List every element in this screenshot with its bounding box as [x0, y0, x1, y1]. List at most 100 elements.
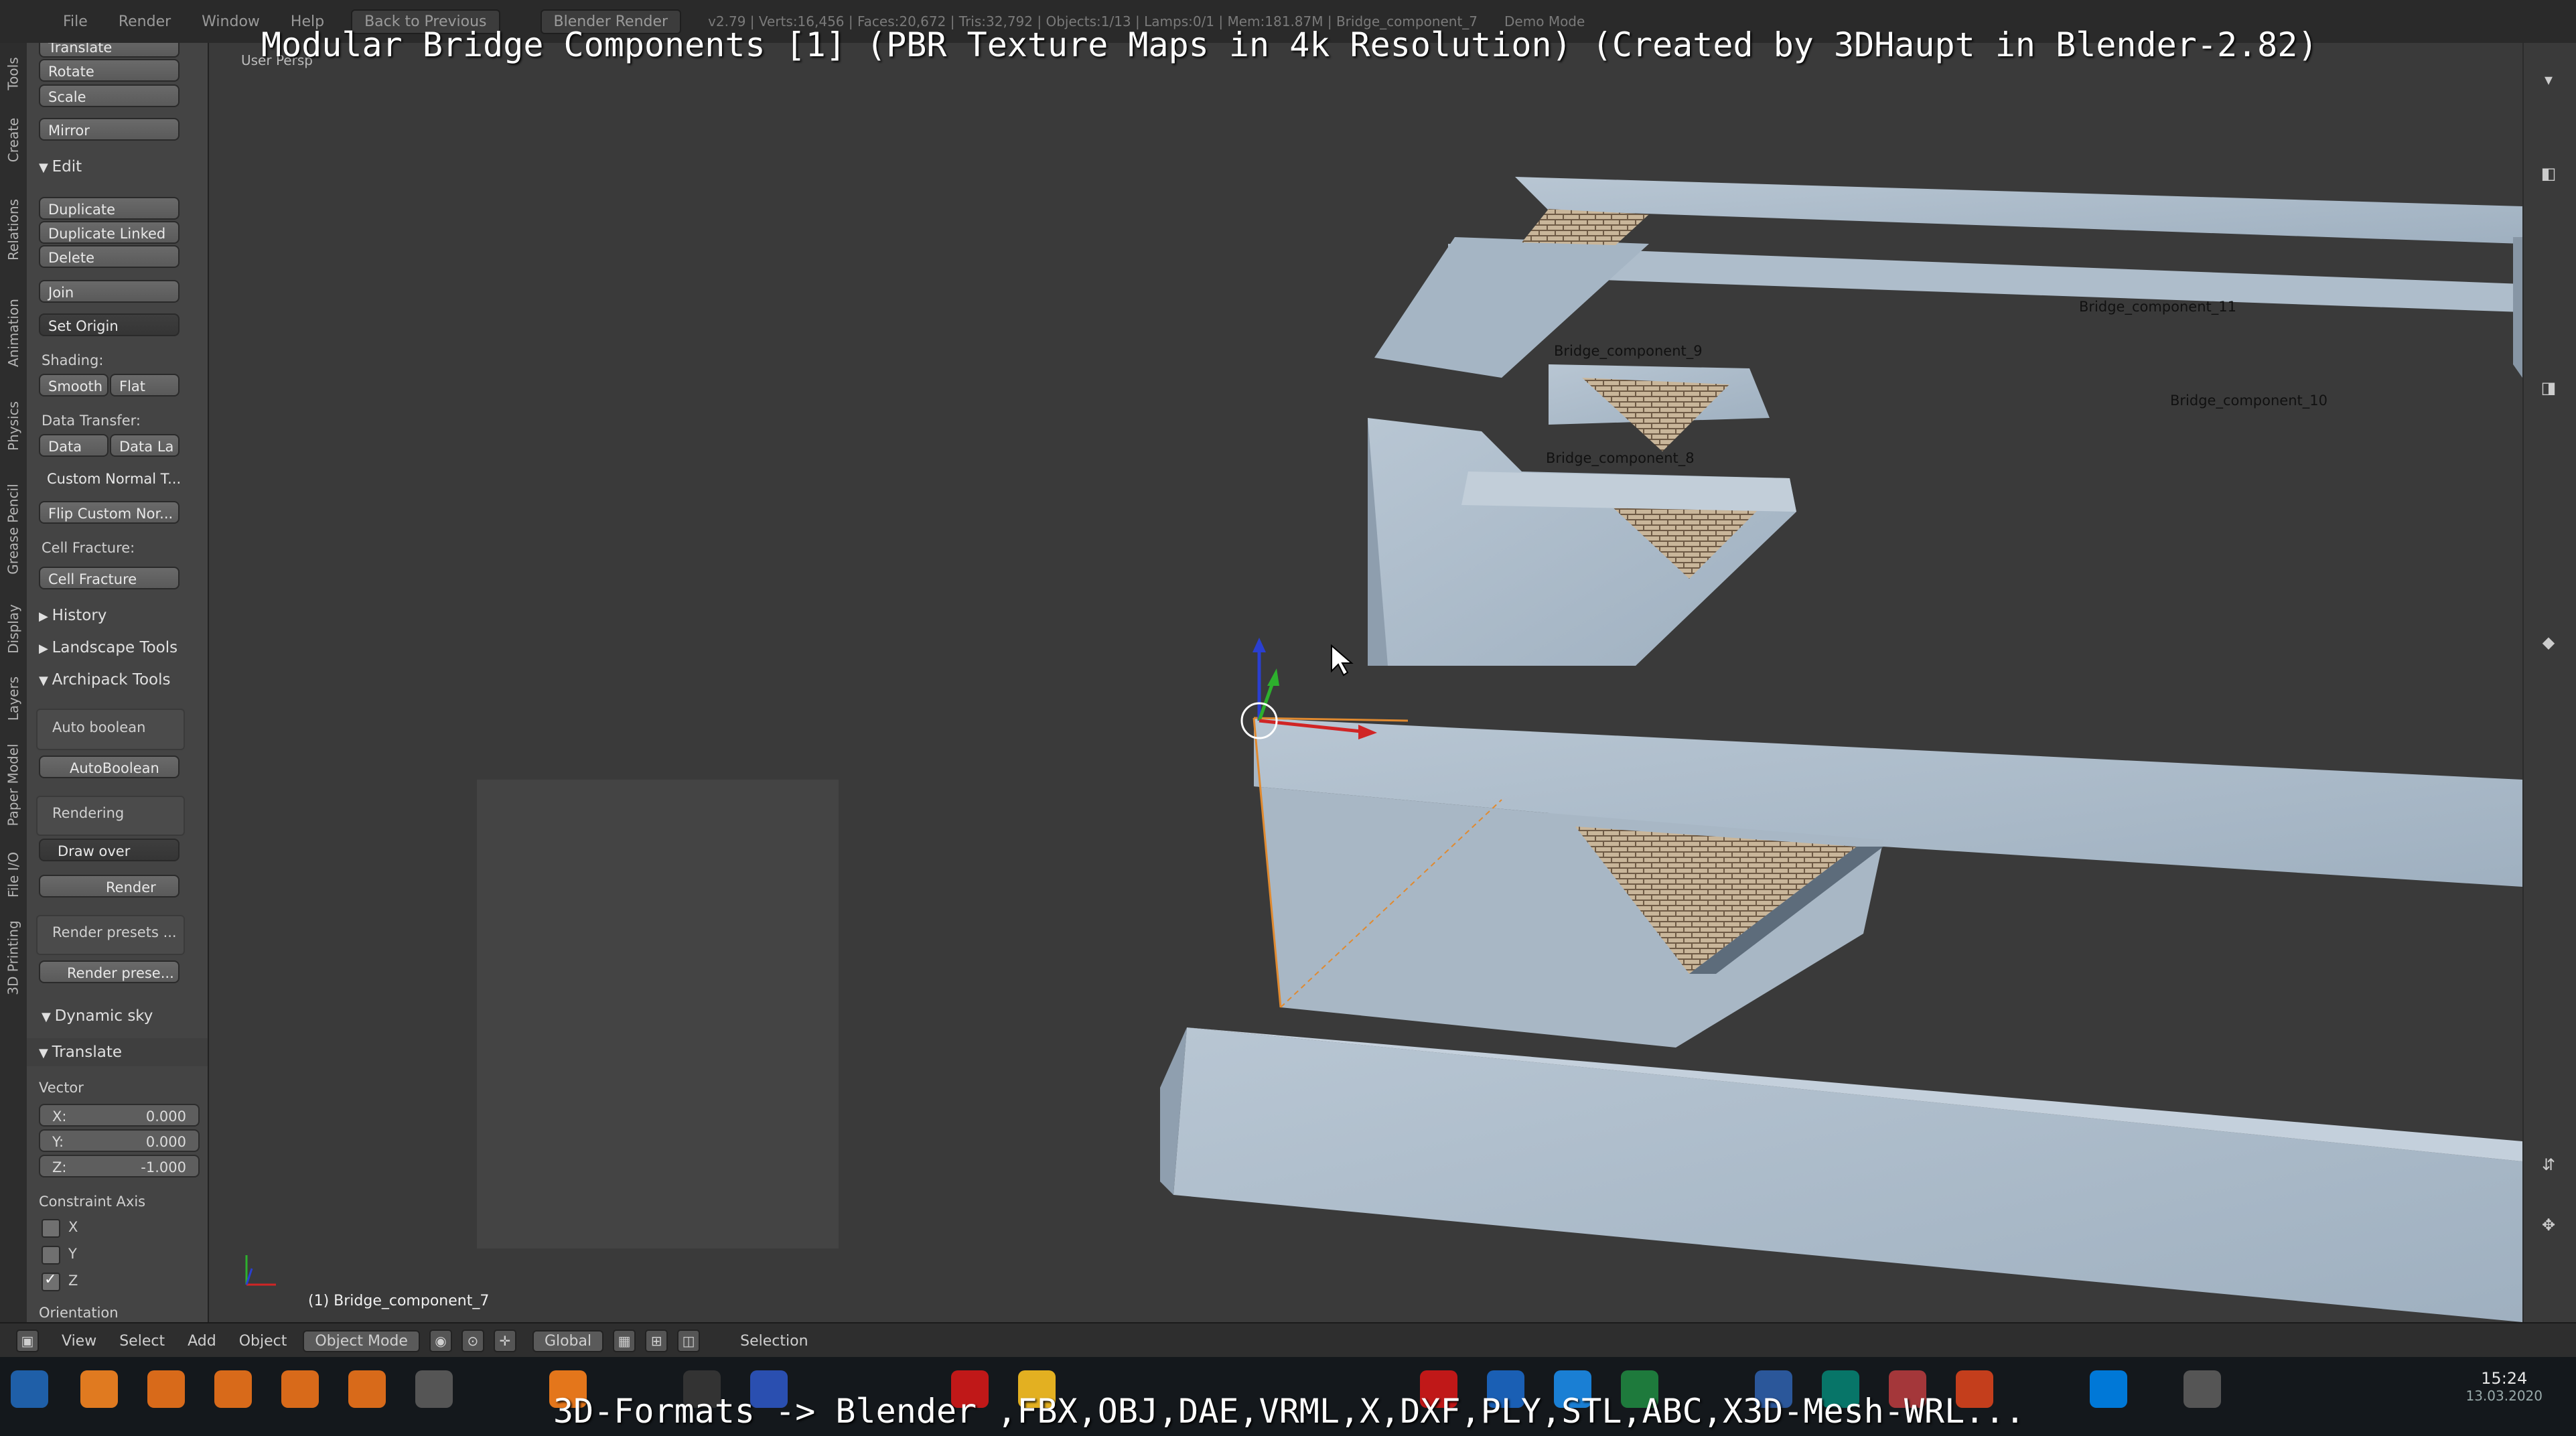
smooth-button[interactable]: Smooth — [39, 374, 109, 397]
landscape-tools-header[interactable]: Landscape Tools — [39, 639, 178, 656]
tab-physics[interactable]: Physics — [0, 386, 27, 466]
mouse-cursor-icon — [1331, 644, 1354, 676]
constraint-x-checkbox[interactable] — [42, 1219, 60, 1238]
bridge-component-11 — [1374, 177, 2522, 378]
window-menu[interactable]: Window — [202, 13, 260, 30]
tab-relations[interactable]: Relations — [0, 180, 27, 280]
render-menu[interactable]: Render — [119, 13, 171, 30]
render-presets-button[interactable]: Render prese... — [39, 960, 180, 983]
constraint-y-checkbox[interactable] — [42, 1246, 60, 1265]
auto-boolean-label: Auto boolean — [52, 719, 146, 735]
set-origin-select[interactable]: Set Origin — [39, 313, 180, 336]
tab-file-io[interactable]: File I/O — [0, 841, 27, 908]
vector-label: Vector — [39, 1080, 84, 1096]
navigate-icon[interactable]: ⇵ — [2538, 1155, 2559, 1175]
layers-icon[interactable]: ▦ — [613, 1330, 636, 1352]
scale-button[interactable]: Scale — [39, 84, 180, 107]
constraint-axis-label: Constraint Axis — [39, 1194, 146, 1210]
select-menu[interactable]: Select — [119, 1333, 165, 1350]
render-button[interactable]: Render — [39, 875, 180, 898]
tab-tools[interactable]: Tools — [0, 47, 27, 100]
tab-3d-printing[interactable]: 3D Printing — [0, 911, 27, 1005]
render-preview-icon[interactable]: ◫ — [677, 1330, 701, 1352]
mode-select[interactable]: Object Mode — [303, 1330, 420, 1352]
duplicate-linked-button[interactable]: Duplicate Linked — [39, 221, 180, 244]
translate-operator-header[interactable]: Translate — [27, 1038, 208, 1066]
data-layout-button[interactable]: Data La — [110, 434, 180, 457]
3d-viewport[interactable]: User Persp Bridge_component_11 Bridge_co… — [209, 43, 2522, 1322]
status-text: Selection — [740, 1332, 808, 1350]
dynamic-sky-header[interactable]: Dynamic sky — [42, 1007, 153, 1025]
constraint-z-label: Z — [68, 1273, 78, 1289]
constraint-x-label: X — [68, 1219, 78, 1235]
data-transfer-label: Data Transfer: — [42, 413, 141, 429]
edit-panel-header[interactable]: Edit — [39, 158, 82, 175]
video-subtitle-overlay: 3D-Formats -> Blender ,FBX,OBJ,DAE,VRML,… — [553, 1392, 2025, 1431]
blender-window-icon[interactable] — [147, 1370, 185, 1408]
archipack-tools-header[interactable]: Archipack Tools — [39, 671, 171, 689]
autoboolean-button[interactable]: AutoBoolean — [39, 756, 180, 778]
rotate-button[interactable]: Rotate — [39, 59, 180, 82]
cell-fracture-button[interactable]: Cell Fracture — [39, 567, 180, 589]
windows-start-icon[interactable] — [11, 1370, 48, 1408]
zoom-icon[interactable]: ✥ — [2538, 1215, 2559, 1235]
shading-icon[interactable]: ◉ — [429, 1330, 452, 1352]
blender-window-icon[interactable] — [214, 1370, 252, 1408]
flat-button[interactable]: Flat — [110, 374, 180, 397]
add-menu[interactable]: Add — [188, 1333, 216, 1350]
label-bridge-component-9: Bridge_component_9 — [1554, 343, 1703, 359]
join-button[interactable]: Join — [39, 280, 180, 303]
duplicate-button[interactable]: Duplicate — [39, 197, 180, 220]
system-clock[interactable]: 15:24 13.03.2020 — [2465, 1369, 2543, 1404]
bridge-component-9 — [1549, 364, 1770, 451]
cell-fracture-label: Cell Fracture: — [42, 540, 135, 556]
vector-y-field[interactable]: Y: 0.000 — [39, 1129, 200, 1152]
constraint-z-checkbox[interactable] — [42, 1271, 60, 1291]
flip-custom-normals-button[interactable]: Flip Custom Nor... — [39, 501, 180, 524]
skype-icon[interactable] — [2090, 1370, 2127, 1408]
pivot-icon[interactable]: ⊙ — [461, 1330, 484, 1352]
mirror-button[interactable]: Mirror — [39, 118, 180, 141]
tab-display[interactable]: Display — [0, 592, 27, 666]
view-menu[interactable]: View — [62, 1333, 96, 1350]
tab-grease-pencil[interactable]: Grease Pencil — [0, 469, 27, 589]
snap-icon[interactable]: ⊞ — [645, 1330, 668, 1352]
cube-icon[interactable]: ◆ — [2538, 632, 2559, 652]
file-menu[interactable]: File — [63, 13, 88, 30]
translate-button[interactable]: Translate — [39, 43, 180, 58]
blender-window-icon[interactable] — [281, 1370, 319, 1408]
tab-create[interactable]: Create — [0, 103, 27, 177]
vector-x-field[interactable]: X: 0.000 — [39, 1104, 200, 1127]
history-panel-header[interactable]: History — [39, 607, 107, 624]
scroll-down-icon[interactable]: ▾ — [2538, 70, 2559, 90]
bridge-component-7-selected — [1253, 717, 2522, 1048]
camera-icon[interactable] — [2184, 1370, 2221, 1408]
object-menu[interactable]: Object — [239, 1333, 287, 1350]
vector-z-field[interactable]: Z: -1.000 — [39, 1155, 200, 1177]
app-icon[interactable] — [415, 1370, 453, 1408]
tab-animation[interactable]: Animation — [0, 283, 27, 383]
tool-shelf: Translate Rotate Scale Mirror Edit Dupli… — [27, 43, 209, 1322]
3d-view-header: ▣ View Select Add Object Object Mode ◉ ⊙… — [0, 1322, 2576, 1358]
tab-paper-model[interactable]: Paper Model — [0, 731, 27, 839]
tab-layers[interactable]: Layers — [0, 668, 27, 729]
object-data-icon[interactable]: ◨ — [2538, 378, 2559, 398]
properties-icon[interactable]: ◧ — [2538, 163, 2559, 184]
data-transfer-button[interactable]: Data — [39, 434, 109, 457]
clock-time: 15:24 — [2481, 1369, 2528, 1388]
label-bridge-component-11: Bridge_component_11 — [2079, 299, 2236, 315]
draw-over-select[interactable]: Draw over — [39, 839, 180, 861]
orientation-label: Orientation — [39, 1305, 119, 1321]
blender-window-icon[interactable] — [348, 1370, 386, 1408]
tool-tabs: Tools Create Relations Animation Physics… — [0, 43, 28, 1322]
right-side-strip: ▾ ◧ ◨ ◆ ⇵ ✥ — [2522, 43, 2576, 1322]
rendering-label: Rendering — [52, 805, 125, 821]
delete-button[interactable]: Delete — [39, 245, 180, 268]
orientation-select[interactable]: Global — [532, 1330, 604, 1352]
custom-normal-button[interactable]: Custom Normal T... — [39, 468, 180, 490]
manipulator-icon[interactable]: ✛ — [493, 1330, 516, 1352]
label-bridge-component-10: Bridge_component_10 — [2170, 392, 2328, 409]
editor-type-icon[interactable]: ▣ — [16, 1330, 39, 1352]
render-presets-label: Render presets ... — [52, 924, 177, 940]
blender-app-icon[interactable] — [80, 1370, 118, 1408]
